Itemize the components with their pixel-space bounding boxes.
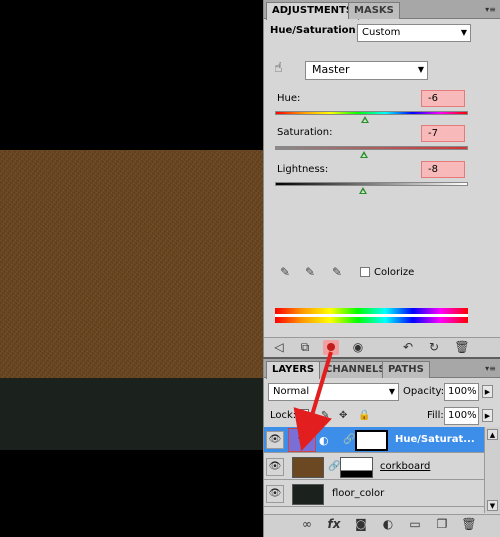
eyedropper-minus-icon[interactable]: ✎ — [330, 265, 344, 279]
output-color-spectrum — [275, 317, 468, 323]
preset-value: Custom — [362, 27, 401, 38]
tab-layers[interactable]: LAYERS — [266, 361, 321, 379]
tab-masks[interactable]: MASKS — [348, 2, 400, 19]
scroll-down-icon[interactable]: ▼ — [487, 500, 498, 511]
colorize-checkbox[interactable] — [360, 267, 370, 277]
fill-field[interactable]: 100% — [444, 407, 479, 425]
tab-adjustments[interactable]: ADJUSTMENTS — [266, 2, 360, 20]
saturation-slider-thumb[interactable] — [360, 151, 368, 158]
fill-label: Fill: — [427, 410, 444, 421]
new-adjustment-layer-icon[interactable]: ◐ — [380, 517, 396, 532]
chevron-down-icon: ▼ — [460, 28, 467, 37]
adjustment-layer-icon: ◐ — [319, 434, 329, 447]
add-mask-icon[interactable]: ◙ — [353, 517, 369, 532]
hue-value-field[interactable]: -6 — [421, 90, 465, 107]
expanded-view-icon[interactable]: ⧉ — [297, 340, 313, 355]
scroll-up-icon[interactable]: ▲ — [487, 429, 498, 440]
reset-icon[interactable]: ↻ — [426, 340, 442, 355]
layer-mask-thumbnail[interactable] — [340, 457, 373, 478]
lightness-value-field[interactable]: -8 — [421, 161, 465, 178]
layer-thumbnail[interactable] — [292, 457, 324, 478]
clip-to-layer-icon[interactable] — [323, 340, 339, 355]
lightness-label: Lightness: — [277, 164, 329, 175]
layer-thumbnail[interactable] — [292, 484, 324, 505]
mask-link-icon[interactable]: 🔗 — [343, 434, 355, 445]
layer-row-hue-saturation[interactable]: 👁 ↵ ◐ 🔗 Hue/Saturat... — [264, 427, 485, 453]
channel-value: Master — [312, 63, 350, 76]
chevron-down-icon: ▼ — [388, 387, 395, 396]
lightness-slider-track[interactable] — [275, 182, 468, 186]
hue-slider-thumb[interactable] — [361, 116, 369, 123]
fill-arrow-icon[interactable]: ▶ — [482, 409, 493, 422]
saturation-slider-track[interactable] — [275, 146, 468, 150]
lock-transparent-pixels-icon[interactable] — [300, 409, 309, 418]
targeted-adjustment-hand-icon[interactable]: ☝ — [274, 60, 283, 76]
preset-dropdown[interactable]: Custom ▼ — [357, 24, 471, 42]
lock-label: Lock: — [270, 410, 297, 421]
layers-toolbar: ∞ fx ◙ ◐ ▭ ❐ 🗑 — [264, 514, 500, 537]
opacity-label: Opacity: — [403, 386, 445, 397]
tab-paths[interactable]: PATHS — [382, 361, 430, 378]
previous-state-icon[interactable]: ↶ — [400, 340, 416, 355]
layer-name[interactable]: Hue/Saturat... — [395, 434, 475, 445]
back-arrow-icon[interactable]: ◁ — [271, 340, 287, 355]
floor-color-band — [0, 378, 263, 450]
blend-mode-dropdown[interactable]: Normal ▼ — [268, 383, 399, 401]
layers-tabbar: LAYERS CHANNELS PATHS ▾≡ — [264, 359, 500, 379]
layer-visibility-eye-icon[interactable]: 👁 — [266, 458, 284, 476]
mask-link-icon[interactable]: 🔗 — [328, 461, 340, 472]
eyedropper-plus-icon[interactable]: ✎ — [303, 265, 317, 279]
delete-layer-trash-icon[interactable]: 🗑 — [461, 517, 477, 532]
layers-scrollbar[interactable]: ▲ ▼ — [484, 427, 500, 513]
lock-all-icon[interactable]: 🔒 — [358, 410, 370, 421]
eyedropper-icon[interactable]: ✎ — [278, 265, 292, 279]
layer-visibility-eye-icon[interactable]: 👁 — [266, 431, 284, 449]
corkboard-image — [0, 150, 263, 378]
link-layers-icon[interactable]: ∞ — [299, 517, 315, 532]
chevron-down-icon: ▼ — [417, 65, 424, 74]
colorize-label: Colorize — [374, 267, 415, 278]
document-canvas[interactable] — [0, 0, 263, 537]
new-layer-icon[interactable]: ❐ — [434, 517, 450, 532]
layer-name[interactable]: corkboard — [380, 461, 430, 472]
saturation-value-field[interactable]: -7 — [421, 125, 465, 142]
trash-icon[interactable]: 🗑 — [454, 340, 470, 355]
panel-menu-icon[interactable]: ▾≡ — [485, 4, 496, 15]
hue-label: Hue: — [277, 93, 301, 104]
blend-mode-value: Normal — [273, 386, 310, 397]
adjustments-toolbar: ◁ ⧉ ◉ ↶ ↻ 🗑 — [264, 337, 500, 357]
layer-visibility-eye-icon[interactable]: 👁 — [266, 485, 284, 503]
hue-slider-track[interactable] — [275, 111, 468, 115]
layer-name[interactable]: floor_color — [332, 488, 384, 499]
layer-row-corkboard[interactable]: 👁 🔗 corkboard — [264, 454, 485, 480]
adjustment-title: Hue/Saturation — [270, 25, 356, 36]
lightness-slider-thumb[interactable] — [359, 187, 367, 194]
opacity-arrow-icon[interactable]: ▶ — [482, 385, 493, 398]
new-group-folder-icon[interactable]: ▭ — [407, 517, 423, 532]
adjustments-tabbar: ADJUSTMENTS MASKS ▾≡ — [264, 0, 500, 20]
lock-position-icon[interactable]: ✥ — [339, 410, 347, 421]
eye-toggle-icon[interactable]: ◉ — [350, 340, 366, 355]
layer-row-floor-color[interactable]: 👁 floor_color — [264, 481, 485, 507]
adjustments-panel: ADJUSTMENTS MASKS ▾≡ Hue/Saturation Cust… — [263, 0, 500, 358]
channel-dropdown[interactable]: Master ▼ — [305, 61, 428, 80]
layer-mask-thumbnail[interactable] — [355, 430, 388, 451]
layer-style-fx-icon[interactable]: fx — [326, 517, 342, 532]
clip-indicator-icon: ↵ — [288, 428, 316, 452]
tab-channels[interactable]: CHANNELS — [319, 361, 392, 378]
panel-menu-icon[interactable]: ▾≡ — [485, 363, 496, 374]
layers-panel: LAYERS CHANNELS PATHS ▾≡ Normal ▼ Opacit… — [263, 359, 500, 537]
saturation-label: Saturation: — [277, 127, 333, 138]
opacity-field[interactable]: 100% — [444, 383, 479, 401]
lock-image-pixels-icon[interactable]: ✎ — [321, 410, 329, 421]
